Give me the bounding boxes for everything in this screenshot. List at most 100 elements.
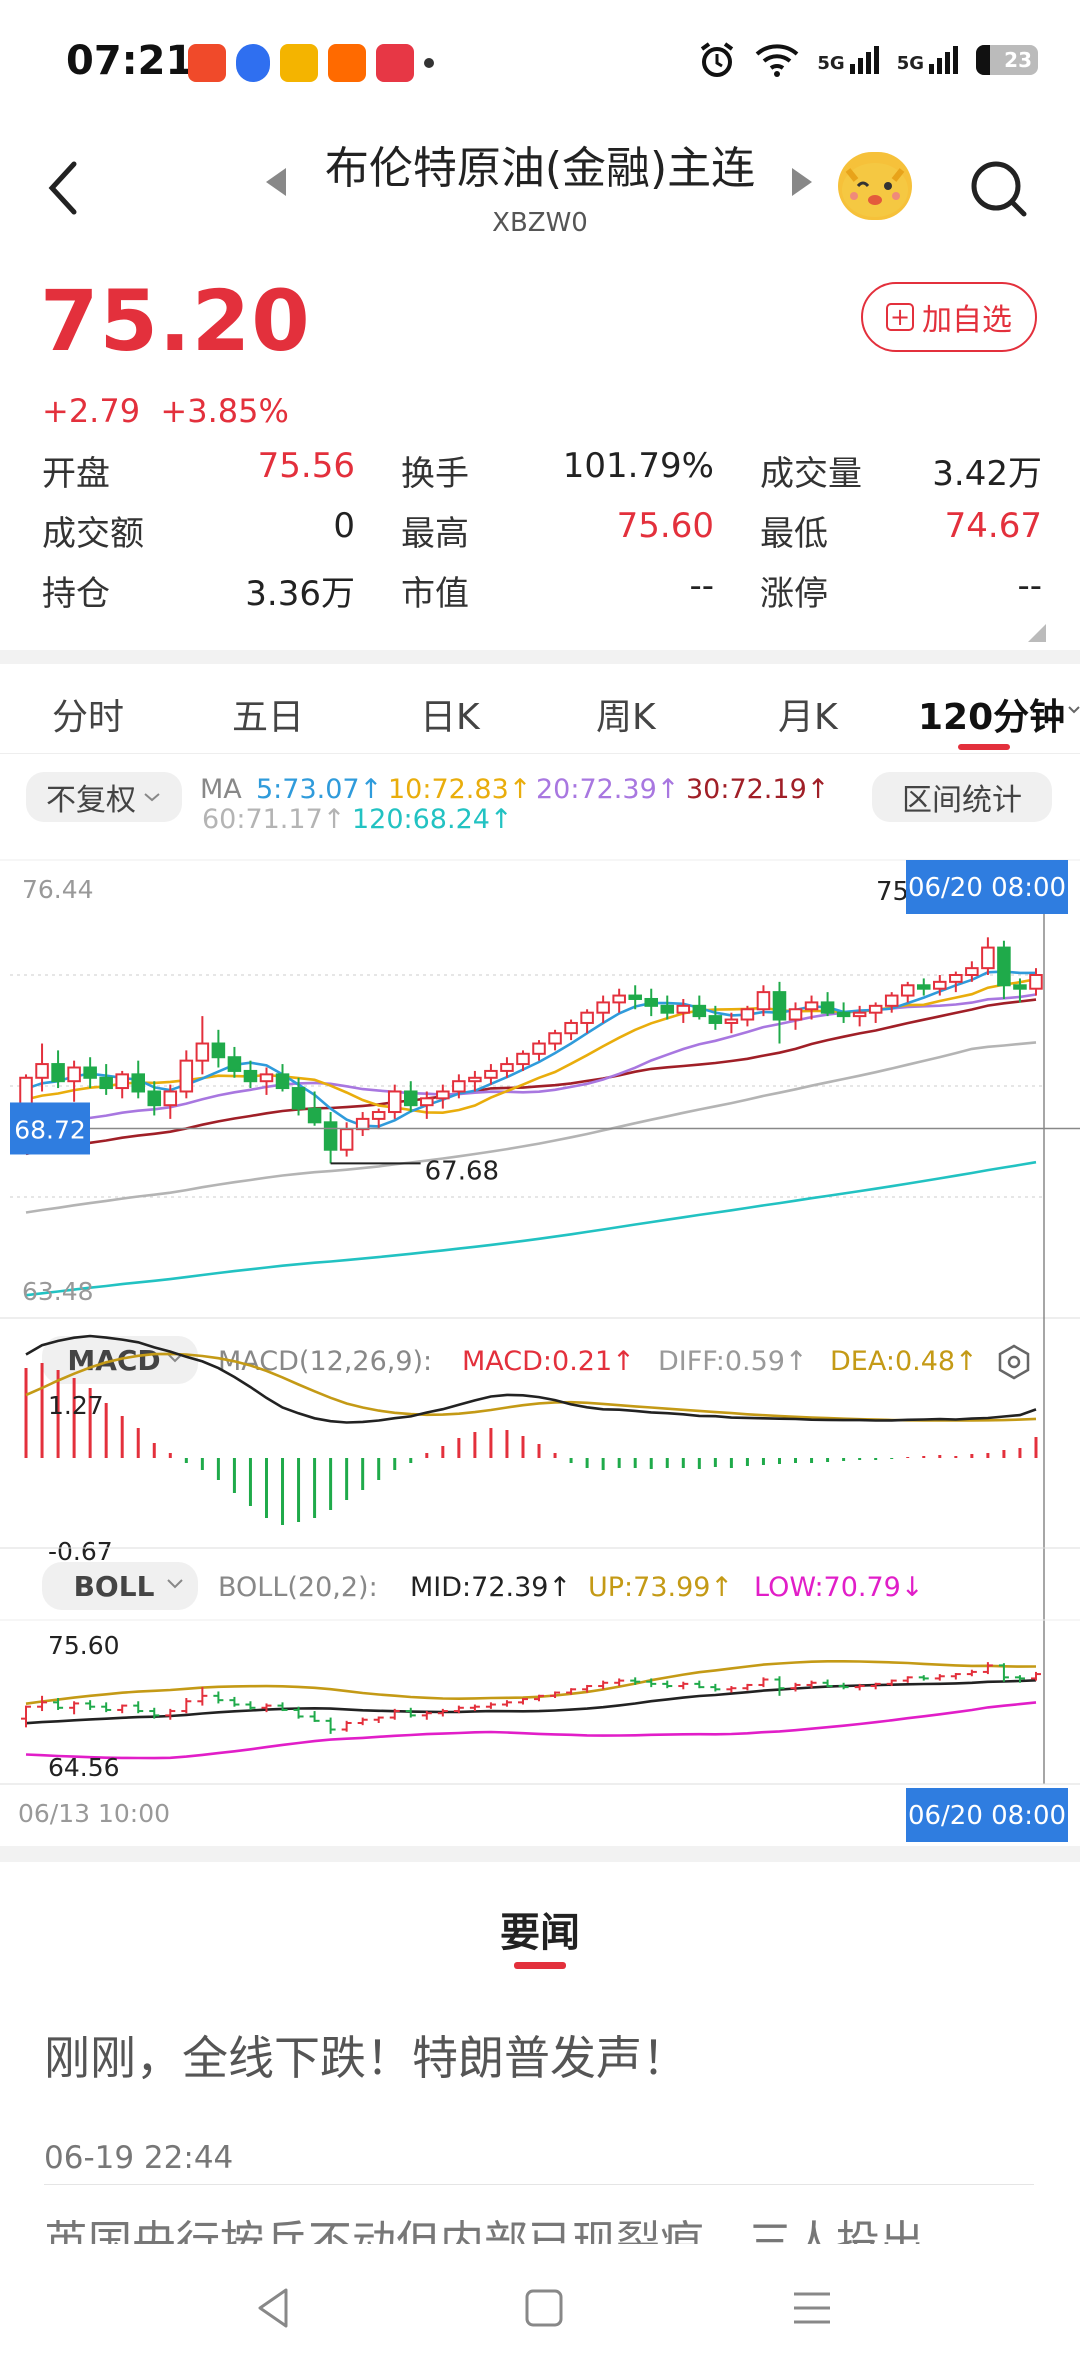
video-app-icon [188, 44, 226, 82]
candle-body [243, 1069, 258, 1083]
tab-1[interactable]: 五日 [232, 688, 304, 740]
stat-label: 持仓 [42, 573, 110, 614]
instrument-title: 布伦特原油(金融)主连 [324, 143, 756, 194]
baidu-app-icon [236, 44, 270, 82]
candle-body [484, 1069, 498, 1079]
dea-value: DEA:0.48↑ [830, 1346, 978, 1377]
candle-body [387, 1090, 402, 1114]
candle-body [131, 1073, 146, 1093]
stat-cell: 换手 101.79% [401, 446, 760, 495]
boll-params: BOLL(20,2): [218, 1572, 378, 1603]
news-headline[interactable]: 刚刚，全线下跌！特朗普发声！ [44, 2022, 688, 2088]
candle-body [580, 1011, 594, 1024]
ma-line-ma30 [25, 998, 1037, 1156]
candle-body [275, 1073, 290, 1090]
candle-body [516, 1052, 530, 1066]
candle-body [371, 1111, 386, 1120]
macd-value: MACD:0.21↑ [462, 1346, 635, 1377]
cursor-date-bottom: 06/20 08:00 [908, 1801, 1066, 1831]
stat-value: 3.42万 [932, 453, 1042, 494]
expand-corner-icon[interactable] [1024, 620, 1048, 644]
cursor-cut-label: 75 [876, 877, 909, 907]
candle-body [500, 1063, 514, 1072]
candle-body [820, 1001, 835, 1014]
stat-value: 0 [333, 505, 355, 546]
adjust-dropdown[interactable]: 不复权 [26, 772, 182, 822]
candle-body [403, 1090, 418, 1107]
stat-cell: 最低 74.67 [760, 506, 1042, 555]
tab-0[interactable]: 分时 [52, 688, 124, 740]
candle-body [628, 994, 642, 1000]
kline-chart[interactable]: 67.6876.4463.487568.7206/20 08:00MACD MAC… [0, 856, 1080, 1846]
section-divider [0, 1846, 1080, 1862]
range-stats-button[interactable]: 区间统计 [872, 772, 1052, 822]
candle-body [1029, 974, 1043, 990]
stat-label: 市值 [401, 573, 469, 614]
news-headline-2[interactable]: 英国央行按兵不动但内部已现裂痕，三人投出 [44, 2206, 1034, 2244]
candle-body [676, 1004, 691, 1014]
boll-min-label: 64.56 [48, 1753, 120, 1782]
candle-body [163, 1090, 178, 1107]
boll-low-value: LOW:70.79↓ [754, 1572, 923, 1603]
tab-5[interactable]: 120分钟 [918, 688, 1065, 740]
candle-body [596, 1001, 610, 1014]
tab-2[interactable]: 日K [420, 688, 480, 740]
tab-4[interactable]: 月K [778, 688, 838, 740]
candle-body [452, 1080, 466, 1093]
chevron-down-icon[interactable] [1068, 704, 1080, 716]
candle-body [83, 1066, 97, 1079]
settings-hex-icon-dot [1007, 1355, 1021, 1369]
stat-cell: 持仓 3.36万 [42, 566, 401, 615]
mascot-icon[interactable] [838, 152, 912, 220]
stat-label: 涨停 [760, 573, 828, 614]
tab-3[interactable]: 周K [596, 688, 656, 740]
ma-line-ma120 [25, 1160, 1037, 1297]
candle-body [692, 1004, 707, 1018]
more-dot-icon [424, 58, 434, 68]
news-timestamp: 06-19 22:44 [44, 2140, 234, 2176]
candle-body [756, 991, 771, 1011]
candle-body [468, 1076, 482, 1083]
candle-body [35, 1063, 49, 1079]
price-change: +2.79 +3.85% [42, 392, 289, 430]
candle-body [949, 974, 963, 983]
nav-back-icon[interactable] [254, 2286, 294, 2330]
indicator-bar: 不复权 MA 5:73.07↑ 10:72.83↑ 20:72.39↑ 30:72.1… [0, 766, 1080, 856]
next-symbol-icon[interactable] [792, 168, 812, 196]
cursor-price-label: 68.72 [14, 1115, 86, 1144]
candle-body [852, 1011, 867, 1018]
candle-body [836, 1011, 851, 1018]
candle-body [548, 1032, 562, 1045]
boll-mid-value: MID:72.39↑ [410, 1572, 571, 1603]
search-icon[interactable] [968, 158, 1030, 220]
stat-cell: 成交量 3.42万 [760, 446, 1042, 495]
candle-body [884, 994, 899, 1007]
news-section-title[interactable]: 要闻 [0, 1900, 1080, 1958]
candle-body [804, 1001, 819, 1011]
instrument-code: XBZW0 [492, 208, 588, 238]
candle-body [211, 1042, 226, 1059]
x-start-label: 06/13 10:00 [18, 1799, 170, 1828]
alarm-icon [701, 42, 734, 77]
candle-body [997, 946, 1011, 987]
notification-icons [188, 44, 434, 82]
stat-label: 成交量 [760, 453, 862, 494]
signal-2-icon: 5G [897, 46, 958, 74]
add-to-watchlist-button[interactable]: + 加自选 [861, 282, 1037, 352]
candle-body [740, 1008, 755, 1021]
candle-body [259, 1073, 274, 1083]
watch-label: 加自选 [922, 303, 1012, 338]
candle-body [67, 1066, 81, 1083]
nav-menu-icon[interactable] [792, 2288, 832, 2328]
stat-label: 换手 [401, 453, 469, 494]
stat-value: -- [1017, 565, 1042, 606]
stats-row: 开盘 75.56 换手 101.79% 成交量 3.42万 [42, 440, 1042, 500]
stat-value: 74.67 [944, 505, 1042, 546]
diff-value: DIFF:0.59↑ [658, 1346, 808, 1377]
nav-home-icon[interactable] [524, 2288, 564, 2328]
period-tabs: 分时 五日 日K 周K 月K 120分钟 [0, 664, 1080, 754]
candle-body [1013, 984, 1027, 990]
news-divider [44, 2184, 1034, 2185]
change-value: +2.79 [42, 392, 141, 430]
meituan-app-icon [280, 44, 318, 82]
